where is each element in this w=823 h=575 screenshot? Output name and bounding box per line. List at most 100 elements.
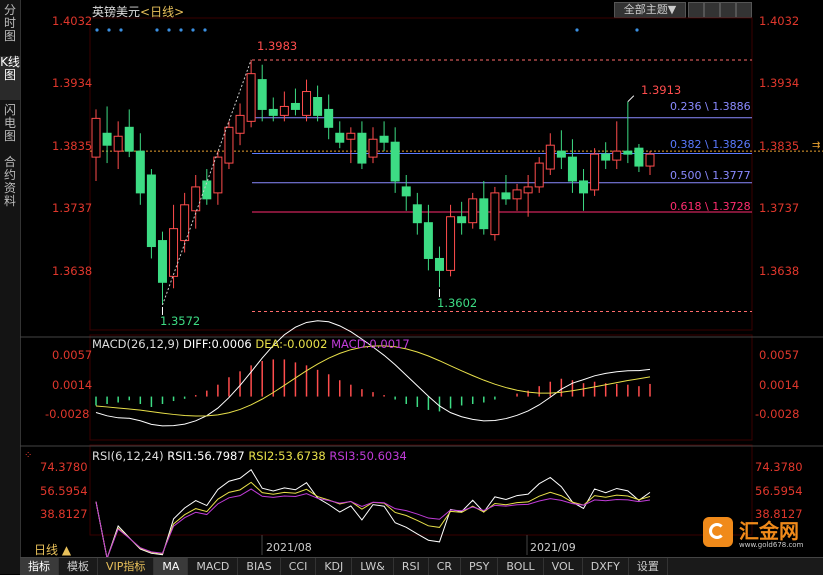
tab-lw[interactable]: LW& <box>352 558 394 575</box>
rsi-level-left-2: 38.8127 <box>40 507 88 521</box>
candle-body-17 <box>279 105 289 116</box>
signal-dot-1 <box>107 28 111 32</box>
candle-body-20 <box>313 97 323 116</box>
candle-body-37 <box>501 192 511 200</box>
macd-diff: DIFF:0.0006 <box>183 337 252 351</box>
candle-body-30 <box>423 222 433 259</box>
tab-cci[interactable]: CCI <box>281 558 317 575</box>
signal-dot-5 <box>179 28 183 32</box>
tab-ma[interactable]: MA <box>154 558 189 575</box>
candle-body-42 <box>556 150 566 158</box>
tab-bias[interactable]: BIAS <box>238 558 281 575</box>
candle-body-13 <box>235 114 245 134</box>
rsi-level-right-0: 74.3780 <box>755 460 803 474</box>
tab-indicators[interactable]: 指标 <box>20 558 59 575</box>
macd-header: MACD(26,12,9) DIFF:0.0006 DEA:-0.0002 MA… <box>92 337 410 351</box>
candle-body-16 <box>268 108 278 116</box>
rsi-name: RSI(6,12,24) <box>92 449 164 463</box>
current-price-marker-icon: ⇉ <box>812 140 821 151</box>
candle-body-29 <box>412 204 422 224</box>
rsi-settings-icon[interactable]: ⁘ <box>24 450 32 461</box>
tab-kdj[interactable]: KDJ <box>316 558 353 575</box>
candle-body-31 <box>434 257 444 271</box>
price-label-right-0: 1.4032 <box>759 14 800 28</box>
rsi-level-right-1: 56.5954 <box>755 484 803 498</box>
candle-body-34 <box>468 198 478 224</box>
low-price-label: 1.3572 <box>160 314 201 328</box>
candle-body-14 <box>246 73 256 122</box>
candle-body-25 <box>368 138 378 158</box>
tab-dxfy[interactable]: DXFY <box>583 558 629 575</box>
logo-text: 汇金网 <box>739 519 799 543</box>
price-label-right-4: 1.3638 <box>759 264 800 278</box>
rsi-header: RSI(6,12,24) RSI1:56.7987 RSI2:53.6738 R… <box>92 449 407 463</box>
candle-body-5 <box>146 174 156 248</box>
price-label-left-2: 1.3835 <box>52 139 93 153</box>
chart-canvas <box>20 17 823 561</box>
candle-body-49 <box>634 147 644 167</box>
tab-rsi[interactable]: RSI <box>394 558 429 575</box>
price-label-left-4: 1.3638 <box>52 264 93 278</box>
fib-label-618: 0.618 \ 1.3728 <box>670 200 751 213</box>
candle-body-22 <box>335 132 345 143</box>
macd-dea: DEA:-0.0002 <box>255 337 328 351</box>
rsi3-value: RSI3:50.6034 <box>329 449 407 463</box>
tab-vol[interactable]: VOL <box>544 558 583 575</box>
candle-body-32 <box>446 216 456 271</box>
high-price-label: 1.3983 <box>257 39 298 53</box>
candle-body-18 <box>290 102 300 110</box>
signal-dot-7 <box>203 28 207 32</box>
candle-body-45 <box>590 153 600 191</box>
period-toggle[interactable]: 日线 ▲ <box>34 541 71 558</box>
macd-value: MACD:0.0017 <box>331 337 410 351</box>
candle-body-9 <box>191 186 201 212</box>
candle-body-1 <box>102 132 112 146</box>
macd-dea-line <box>95 345 651 417</box>
tab-macd[interactable]: MACD <box>188 558 239 575</box>
price-label-right-1: 1.3934 <box>759 76 800 90</box>
macd-level-right-2: -0.0028 <box>755 407 800 421</box>
candle-body-6 <box>157 240 167 283</box>
candle-body-33 <box>457 216 467 224</box>
rsi-level-left-0: 74.3780 <box>40 460 88 474</box>
indicator-tab-bar: 指标 模板 VIP指标 MA MACD BIAS CCI KDJ LW& RSI… <box>20 557 823 575</box>
fib-label-500: 0.500 \ 1.3777 <box>670 169 751 182</box>
macd-level-left-0: 0.0057 <box>52 348 93 362</box>
price-label-right-3: 1.3737 <box>759 201 800 215</box>
logo-url: www.gold678.com <box>739 541 804 549</box>
signal-dot-8 <box>575 28 579 32</box>
candle-body-11 <box>213 156 223 194</box>
rsi2-value: RSI2:53.6738 <box>248 449 326 463</box>
signal-dot-2 <box>119 28 123 32</box>
price-label-left-3: 1.3737 <box>52 201 93 215</box>
candle-body-19 <box>302 91 312 116</box>
rsi-level-left-1: 56.5954 <box>40 484 88 498</box>
fib-label-236: 0.236 \ 1.3886 <box>670 100 751 113</box>
tab-settings[interactable]: 设置 <box>629 558 668 575</box>
recent-high-label: 1.3913 <box>641 83 682 97</box>
candle-body-27 <box>390 141 400 182</box>
rsi1-value: RSI1:56.7987 <box>167 449 245 463</box>
candle-body-23 <box>346 132 356 140</box>
candle-body-0 <box>91 117 101 158</box>
logo-mark-icon <box>703 517 733 547</box>
candle-body-8 <box>180 204 190 242</box>
candle-body-15 <box>257 79 267 110</box>
signal-dot-4 <box>167 28 171 32</box>
main-panel-frame <box>89 17 753 331</box>
candle-body-43 <box>567 156 577 182</box>
candle-body-38 <box>512 189 522 200</box>
candle-body-12 <box>224 126 234 164</box>
macd-level-left-2: -0.0028 <box>45 407 90 421</box>
caret-up-icon: ▲ <box>61 543 72 557</box>
candle-body-41 <box>545 144 555 170</box>
tab-psy[interactable]: PSY <box>461 558 499 575</box>
signal-dot-9 <box>635 28 639 32</box>
candle-body-36 <box>490 192 500 236</box>
tab-template[interactable]: 模板 <box>59 558 98 575</box>
tab-boll[interactable]: BOLL <box>498 558 544 575</box>
signal-dot-0 <box>95 28 99 32</box>
candle-body-46 <box>601 153 611 161</box>
tab-cr[interactable]: CR <box>429 558 462 575</box>
tab-vip-indicators[interactable]: VIP指标 <box>98 558 155 575</box>
